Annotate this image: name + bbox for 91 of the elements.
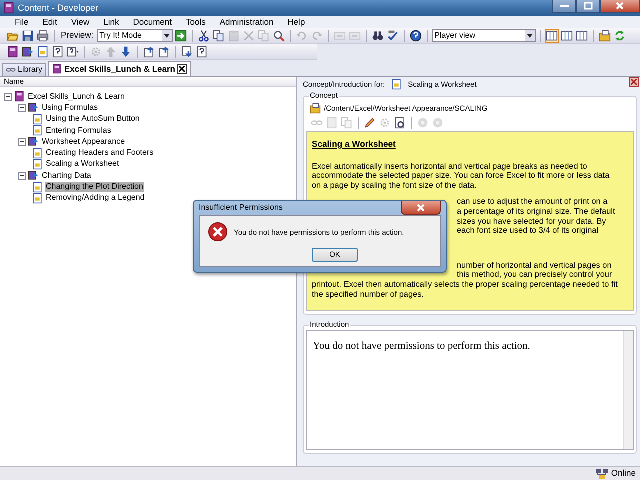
text-line: can use to adjust the amount of print on a [457,197,609,207]
arrow-icon[interactable] [174,28,188,42]
document-icon [310,102,321,114]
minimize-button[interactable] [552,0,576,13]
tree-item[interactable]: Charting Data [41,170,92,181]
collapse-icon[interactable] [18,104,26,112]
magnifier-icon[interactable] [272,28,286,42]
tree-item[interactable]: Changing the Plot Direction [45,182,144,192]
window-title: Content - Developer [18,2,99,14]
menu-item[interactable]: View [64,16,97,28]
menu-item[interactable]: Link [96,16,126,28]
document-icon [391,79,402,90]
menu-item[interactable]: Tools [178,16,213,28]
dialog-title: Insufficient Permissions [199,203,283,213]
folder-icon[interactable] [598,28,612,42]
maximize-button[interactable] [576,0,600,13]
menu-item[interactable]: Help [280,16,312,28]
tree-item[interactable]: Creating Headers and Footers [45,148,155,158]
document-icon[interactable] [36,44,50,58]
dropdown[interactable]: Player view [432,29,536,42]
link-icon [6,65,16,75]
introduction-text: You do not have permissions to perform this action. [312,340,532,354]
preview-icon[interactable] [393,116,407,130]
help-document-icon[interactable] [51,44,65,58]
layout-icon[interactable] [560,28,574,42]
floppy-disk-icon[interactable] [21,28,35,42]
menu-item[interactable]: Edit [36,16,64,28]
text-line: accommodate the selected paper size. You can force Excel to fit more or less data [312,171,611,181]
restore-icon [584,2,592,10]
tree-item[interactable]: Using Formulas [41,102,100,113]
text-line: a percentage of its original size. The default [457,206,616,217]
text-line: the specified number of pages. [312,290,425,300]
document-heading: Scaling a Worksheet [312,140,397,150]
error-icon [208,222,228,242]
document-icon [32,114,43,125]
help-document-icon[interactable] [195,44,209,58]
close-icon [616,2,624,10]
document-icon [32,125,43,136]
layout-icon[interactable] [544,28,559,42]
text-line: sizes you have selected for your data. By [457,216,608,226]
binoculars-icon[interactable] [370,28,385,42]
page-down-icon[interactable] [180,44,194,58]
tree-item[interactable]: Scaling a Worksheet [45,159,120,170]
tree-item[interactable]: Removing/Adding a Legend [45,193,146,204]
document-icon [32,148,43,159]
network-icon [596,468,608,479]
page-up-icon[interactable] [157,44,171,58]
down-arrow-icon[interactable] [119,44,133,58]
collapse-icon[interactable] [18,172,26,180]
copy-icon[interactable] [212,28,226,42]
tab[interactable]: Excel Skills_Lunch & Learn [48,61,192,76]
collapse-icon[interactable] [18,138,26,146]
text-line: on a page by scaling the font size of the data. [312,180,478,190]
menu-item[interactable]: File [8,16,36,28]
document-icon [32,182,43,193]
caret-icon [164,34,170,38]
text-line: this method, you can precisely control your [457,270,614,280]
collapse-icon[interactable] [4,92,12,101]
app-icon [3,2,15,14]
document-icon [32,192,43,204]
text-line: printout. Excel then automatically selects the proper scaling percentage needed to fit [312,280,619,290]
text-line: each font size used to 3/4 of its original [457,226,600,236]
pencil-icon[interactable] [363,116,377,130]
connection-status: Online [611,468,636,479]
tree-item[interactable]: Worksheet Appearance [41,136,126,147]
minimize-icon [560,4,568,8]
layout-icon[interactable] [574,28,589,42]
help-icon[interactable] [408,28,423,42]
tree-item[interactable]: Entering Formulas [45,126,112,136]
caret-icon [526,34,533,38]
help-dropdown-icon[interactable] [66,44,80,58]
text-line: number of horizontal and vertical pages on [457,260,613,270]
dropdown[interactable]: Try It! Mode [96,29,173,42]
text-line: Excel automatically inserts horizontal and vertical page breaks as needed to [312,162,588,172]
preview-label: Preview: [61,30,94,41]
printer-icon[interactable] [36,28,50,42]
close-icon[interactable] [177,64,188,74]
close-button[interactable] [401,201,441,215]
page-up-icon[interactable] [142,44,156,58]
menu-item[interactable]: Administration [212,16,281,28]
document-icon [32,158,43,170]
tab[interactable]: Library [2,63,46,76]
close-button[interactable] [600,0,640,13]
introduction-editor[interactable]: You do not have permissions to perform this action. [306,330,634,450]
close-icon [417,204,425,212]
scrollbar[interactable] [623,331,633,449]
scissors-icon[interactable] [196,28,211,42]
menu-item[interactable]: Document [126,16,179,28]
spellcheck-icon[interactable] [386,28,400,42]
tree-item[interactable]: Excel Skills_Lunch & Learn [27,92,126,102]
tree-item[interactable]: Using the AutoSum Button [45,114,141,124]
